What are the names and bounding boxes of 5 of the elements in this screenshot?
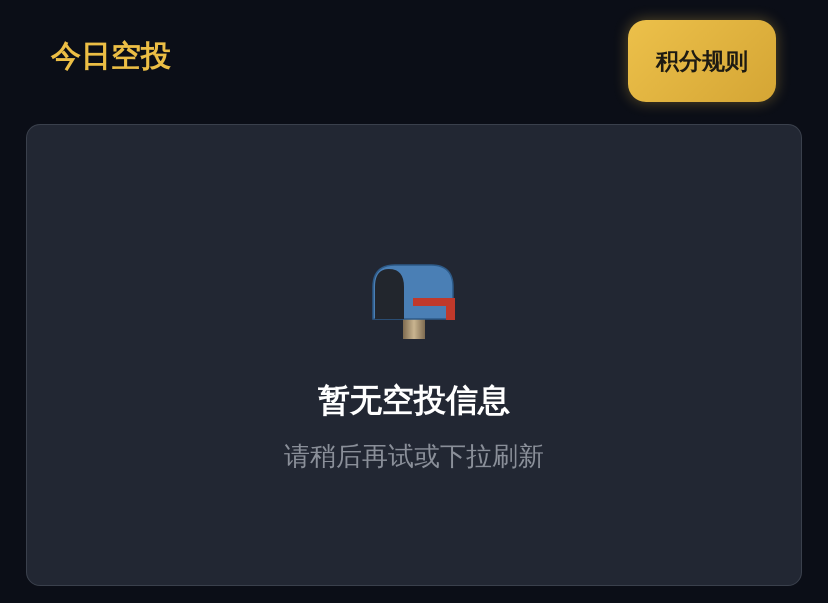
empty-hint: 请稍后再试或下拉刷新 (284, 441, 544, 474)
page-title: 今日空投 (51, 38, 171, 76)
empty-title: 暂无空投信息 (318, 380, 510, 421)
mailbox-icon (371, 263, 457, 341)
rules-button[interactable]: 积分规则 (628, 20, 776, 102)
